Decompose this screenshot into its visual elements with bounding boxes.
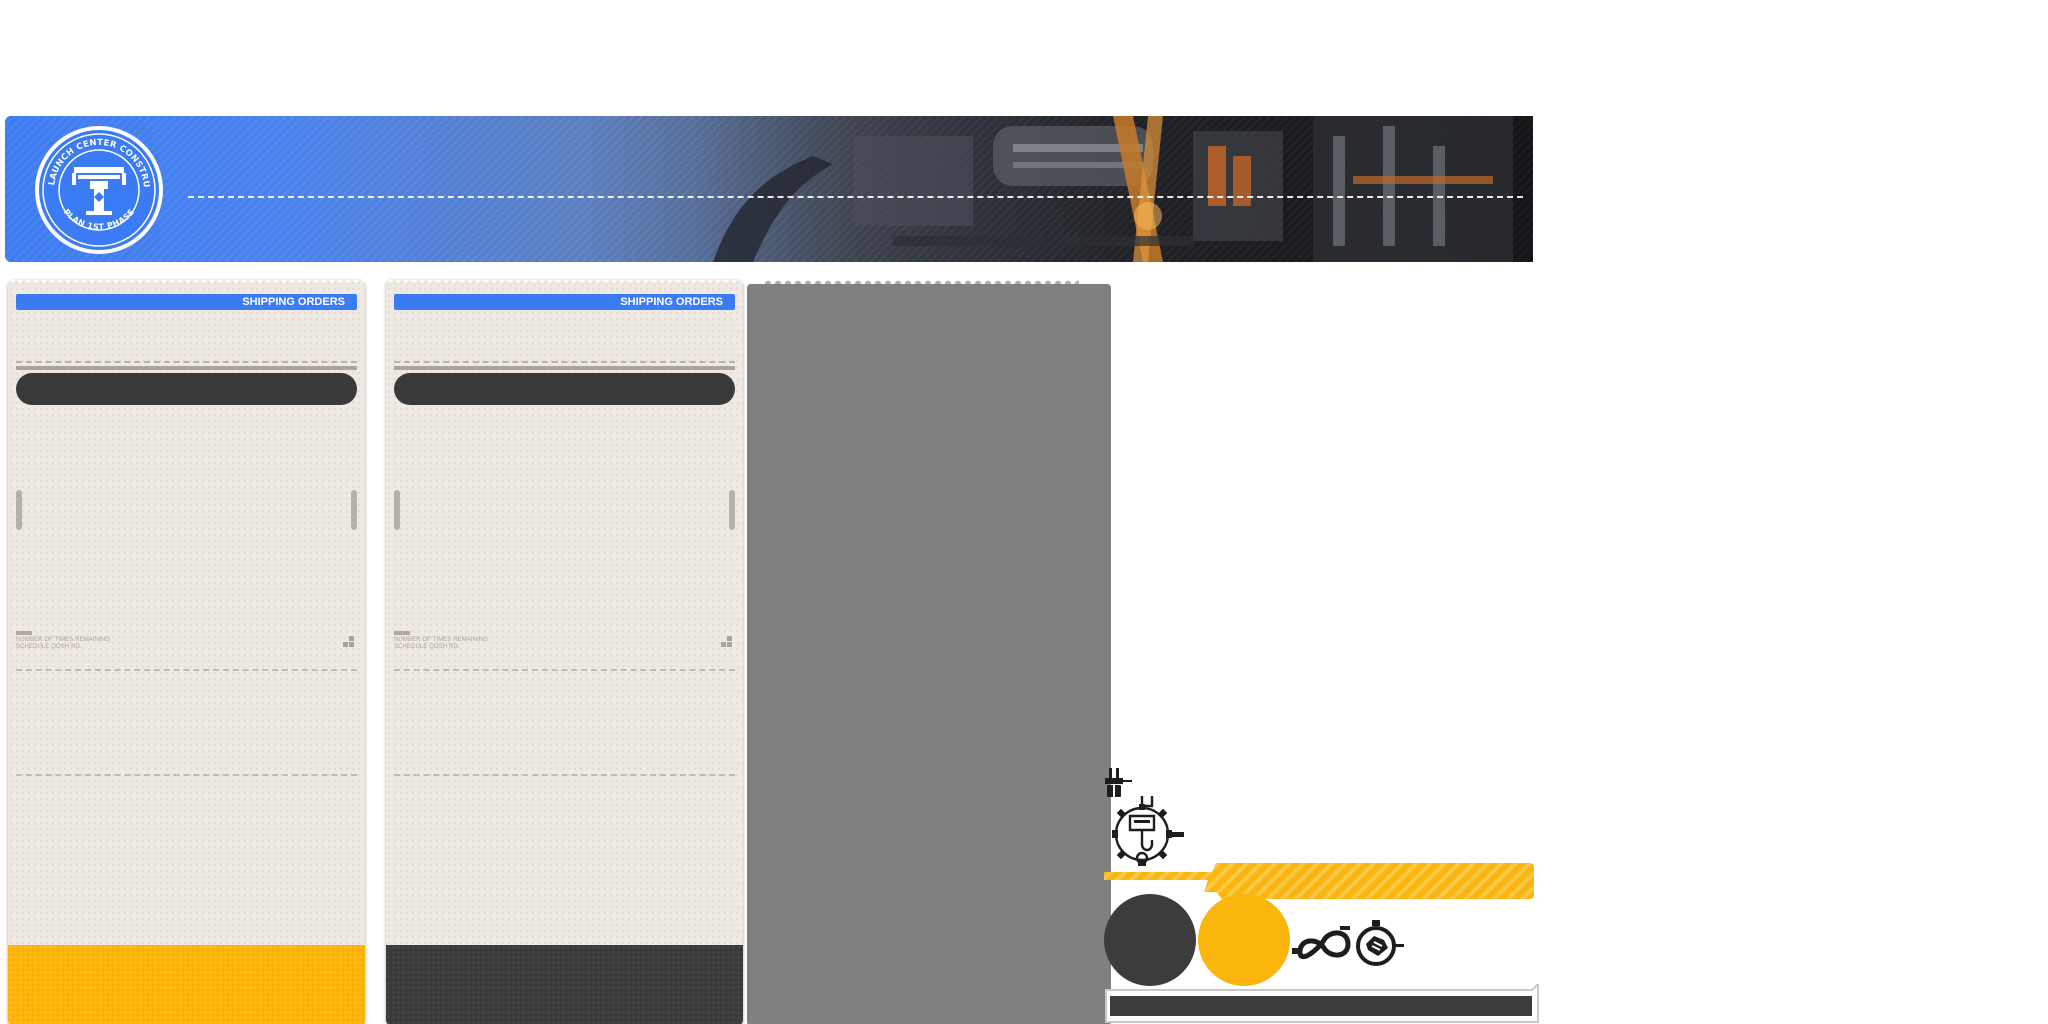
card-divider	[16, 774, 357, 776]
yellow-striped-progress-bar	[1104, 863, 1534, 899]
card-divider	[394, 366, 735, 370]
card-meta-line-2: SCHEDULE QOSH RG.	[394, 644, 461, 650]
card-title-pill	[394, 373, 735, 405]
card-title-pill	[16, 373, 357, 405]
card-meta-line-1: NUMBER OF TIMES REMAINING	[394, 637, 489, 643]
infinity-loop-icon	[1292, 926, 1351, 960]
banner-dashed-divider	[188, 196, 1523, 198]
yellow-circle-badge	[1198, 894, 1290, 986]
card-scroll-left-handle[interactable]	[16, 490, 22, 530]
card-divider	[394, 669, 735, 671]
qr-code-icon	[343, 636, 354, 647]
card-scroll-right-handle[interactable]	[729, 490, 735, 530]
shipping-order-card-yellow[interactable]: SHIPPING ORDERS NUMBER OF TIMES REMAININ…	[8, 280, 365, 1024]
text-input-frame[interactable]	[1104, 984, 1540, 1024]
card-meta-text: NUMBER OF TIMES REMAINING SCHEDULE QOSH …	[394, 637, 488, 651]
card-meta-line-1: NUMBER OF TIMES REMAINING	[16, 637, 111, 643]
card-divider	[16, 366, 357, 370]
card-footer	[8, 945, 365, 1024]
card-header-label: SHIPPING ORDERS	[16, 294, 357, 310]
industrial-background-image	[693, 116, 1533, 262]
atlas-page: ANITA LAUNCH CENTER CONSTRUCTION PLAN 1S…	[0, 0, 2048, 1024]
card-small-tag	[16, 631, 32, 635]
dark-circle-badge	[1104, 894, 1196, 986]
card-divider	[394, 774, 735, 776]
card-footer	[386, 945, 743, 1024]
card-divider	[16, 669, 357, 671]
qr-code-icon	[721, 636, 732, 647]
anita-launch-center-logo-icon: ANITA LAUNCH CENTER CONSTRUCTION PLAN 1S…	[32, 123, 163, 254]
card-divider	[394, 361, 735, 363]
card-meta-text: NUMBER OF TIMES REMAINING SCHEDULE QOSH …	[16, 637, 110, 651]
handshake-icon	[1356, 920, 1404, 966]
placeholder-panel	[747, 284, 1111, 1024]
card-scroll-right-handle[interactable]	[351, 490, 357, 530]
card-perforated-edge	[386, 280, 743, 286]
shipping-order-card-dark[interactable]: SHIPPING ORDERS NUMBER OF TIMES REMAININ…	[386, 280, 743, 1024]
card-meta-line-2: SCHEDULE QOSH RG.	[16, 644, 83, 650]
crane-hook-gear-icon	[1112, 796, 1184, 866]
card-perforated-edge	[8, 280, 365, 286]
card-header-label: SHIPPING ORDERS	[394, 294, 735, 310]
card-divider	[16, 361, 357, 363]
card-scroll-left-handle[interactable]	[394, 490, 400, 530]
header-banner: ANITA LAUNCH CENTER CONSTRUCTION PLAN 1S…	[5, 116, 1533, 262]
card-small-tag	[394, 631, 410, 635]
